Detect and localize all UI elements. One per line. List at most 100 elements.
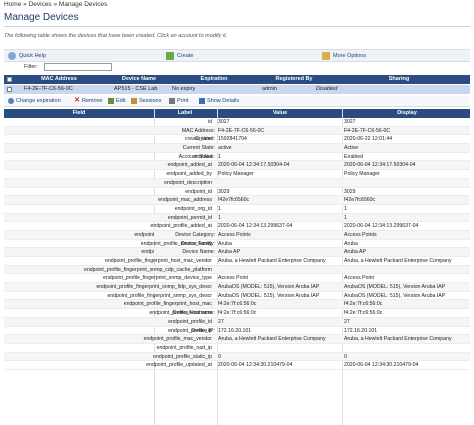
field-name: endpoint_profile_fingerprint_host_mac	[123, 301, 212, 308]
detail-row: enabled Account Status: 1 Enabled	[4, 153, 470, 162]
field-display: 3029	[344, 188, 356, 195]
field-display: Enabled	[344, 153, 364, 160]
edit-icon	[108, 98, 114, 104]
device-row[interactable]: F4-2E-7F-C6-56-0C AP515 - CSE Lab No exp…	[4, 85, 470, 94]
field-name: endpoint_mac_address	[158, 197, 212, 204]
column-expiration[interactable]: Expiration	[184, 76, 244, 82]
show-details-button[interactable]: Show Details	[199, 98, 239, 104]
field-label: Device Category:	[154, 231, 215, 238]
field-display: 2020-06-04 12:34:13.299637-04	[344, 223, 419, 230]
column-device-name[interactable]: Device Name	[109, 76, 169, 82]
change-expiration-button[interactable]: Change expiration	[8, 98, 61, 104]
device-registered-by: admin	[262, 86, 277, 92]
field-value: Policy Manager	[218, 171, 254, 178]
detail-row: endpoint_profile_static_ip 0 0	[4, 352, 470, 362]
field-label: Device Hostname:	[172, 310, 215, 317]
field-name: endpoint_profile_nad_ip	[156, 344, 212, 351]
field-value: f4:2e:7f:c6:56:0c	[218, 310, 257, 317]
detail-row: endpoint_profile_nad_ip	[4, 344, 470, 353]
create-button[interactable]: Create	[166, 52, 194, 60]
column-registered-by[interactable]: Registered By	[259, 76, 329, 82]
more-options-button[interactable]: More Options	[322, 52, 366, 60]
field-display: 3027	[344, 119, 356, 125]
detail-row: current_stateCurrent State:activeActive	[4, 144, 470, 153]
device-mac: F4-2E-7F-C6-56-0C	[24, 86, 73, 92]
field-name: endpoint_profile_static_ip	[153, 353, 212, 360]
field-value: 3027	[218, 119, 230, 125]
field-value: 2020-06-04 12:34:17.50304-04	[218, 162, 290, 169]
field-display: Access Points	[344, 231, 377, 238]
field-display: f4:2e:7f:c6:56:0c	[344, 301, 383, 308]
print-label: Print	[177, 98, 189, 104]
breadcrumb[interactable]: Home » Devices » Manage Devices	[4, 1, 107, 8]
help-icon	[8, 52, 16, 60]
detail-row: endpoint_added_by Policy Manager Policy Ma…	[4, 170, 470, 179]
detail-row: endpoint_description	[4, 178, 470, 188]
toolbar: Quick Help Create More Options	[4, 49, 470, 62]
field-name: endpoint_profile_fingerprint_host_mac_ve…	[105, 258, 212, 264]
row-checkbox[interactable]	[7, 87, 12, 92]
print-button[interactable]: Print	[169, 98, 188, 104]
field-value: 27	[218, 318, 224, 325]
field-value: 172.16.20.101	[218, 327, 252, 334]
remove-button[interactable]: ✕ Remove	[74, 97, 103, 104]
field-value: 2020-06-04 12:34:13.299637-04	[218, 223, 293, 230]
change-expiration-label: Change expiration	[16, 98, 61, 104]
field-display: 2020-06-04 12:34:30.210479-04	[344, 362, 419, 369]
field-value: 1	[218, 153, 221, 160]
field-display: ArubaOS (MODEL: 515), Version Aruba IAP	[344, 292, 446, 299]
detail-row: endpoint_permit_id 1 1	[4, 213, 470, 223]
detail-row: endpoint_id 3029 3029	[4, 188, 470, 197]
filter-input[interactable]	[44, 63, 112, 71]
printer-icon	[169, 98, 175, 104]
column-display: Display	[397, 110, 417, 116]
select-all-checkbox[interactable]	[7, 77, 12, 82]
device-name: AP515 - CSE Lab	[114, 86, 158, 92]
field-value: active	[218, 145, 232, 152]
field-display: 1	[344, 205, 347, 212]
edit-button[interactable]: Edit	[108, 98, 125, 104]
column-sharing[interactable]: Sharing	[374, 76, 424, 82]
field-value: ArubaOS (MODEL: 515), Version Aruba IAP	[218, 292, 320, 299]
field-display: Policy Manager	[344, 171, 380, 178]
field-display: Aruba	[344, 240, 358, 247]
field-value: 1	[218, 205, 221, 212]
field-name: endpoint_id	[185, 188, 212, 195]
quick-help-button[interactable]: Quick Help	[8, 52, 46, 60]
field-display: Active	[344, 145, 359, 152]
detail-row: endpoint_profile_device_family Device Fam…	[4, 240, 470, 249]
field-display: 172.16.20.101	[344, 327, 378, 334]
device-grid-header: MAC Address Device Name Expiration Regis…	[4, 75, 470, 84]
field-display: 1	[344, 214, 347, 221]
field-value: f4:2e:7f:c6:56:0c	[218, 301, 257, 308]
show-details-label: Show Details	[207, 98, 240, 104]
sessions-button[interactable]: Sessions	[131, 98, 161, 104]
field-name: endpoint_profile_added_at	[150, 223, 212, 230]
device-action-bar: Change expiration ✕ Remove Edit Sessions…	[4, 96, 470, 107]
field-value: Aruba, a Hewlett Packard Enterprise Comp…	[218, 336, 326, 343]
field-value: Aruba, a Hewlett Packard Enterprise Comp…	[218, 258, 326, 264]
detail-row: endpoint_profile_id 27 27	[4, 317, 470, 327]
field-label: Account Status:	[178, 153, 215, 160]
field-display: Access Point	[344, 275, 374, 282]
field-display: f4:2e:7f:c6:56:0c	[344, 310, 383, 317]
edit-label: Edit	[116, 98, 126, 104]
field-value: Aruba AP	[218, 249, 240, 256]
field-name: endpoint_added_at	[167, 162, 212, 169]
detail-row: endpoint_profile_hostname Device Hostname…	[4, 309, 470, 318]
filter-label: Filter:	[24, 64, 38, 70]
detail-row: endpoint_profile_fingerprint_snmp_lldp_s…	[4, 283, 470, 292]
sessions-icon	[131, 98, 137, 104]
remove-label: Remove	[82, 98, 103, 104]
more-options-label: More Options	[333, 53, 367, 59]
details-icon	[199, 98, 205, 104]
field-name: id	[207, 119, 212, 125]
field-value: Access Points	[218, 231, 251, 238]
field-label: MAC Address:	[154, 127, 215, 134]
column-mac-address[interactable]: MAC Address	[24, 76, 94, 82]
detail-table-header: Field Label Value Display	[4, 109, 470, 118]
field-display: 0	[344, 353, 347, 360]
page-subtitle: The following table shows the devices th…	[4, 33, 228, 39]
detail-row: endpoint_profile_mac_vendor Aruba, a Hewl…	[4, 335, 470, 344]
detail-row: create_time Created: 1592841704 2020-06-22 …	[4, 135, 470, 145]
